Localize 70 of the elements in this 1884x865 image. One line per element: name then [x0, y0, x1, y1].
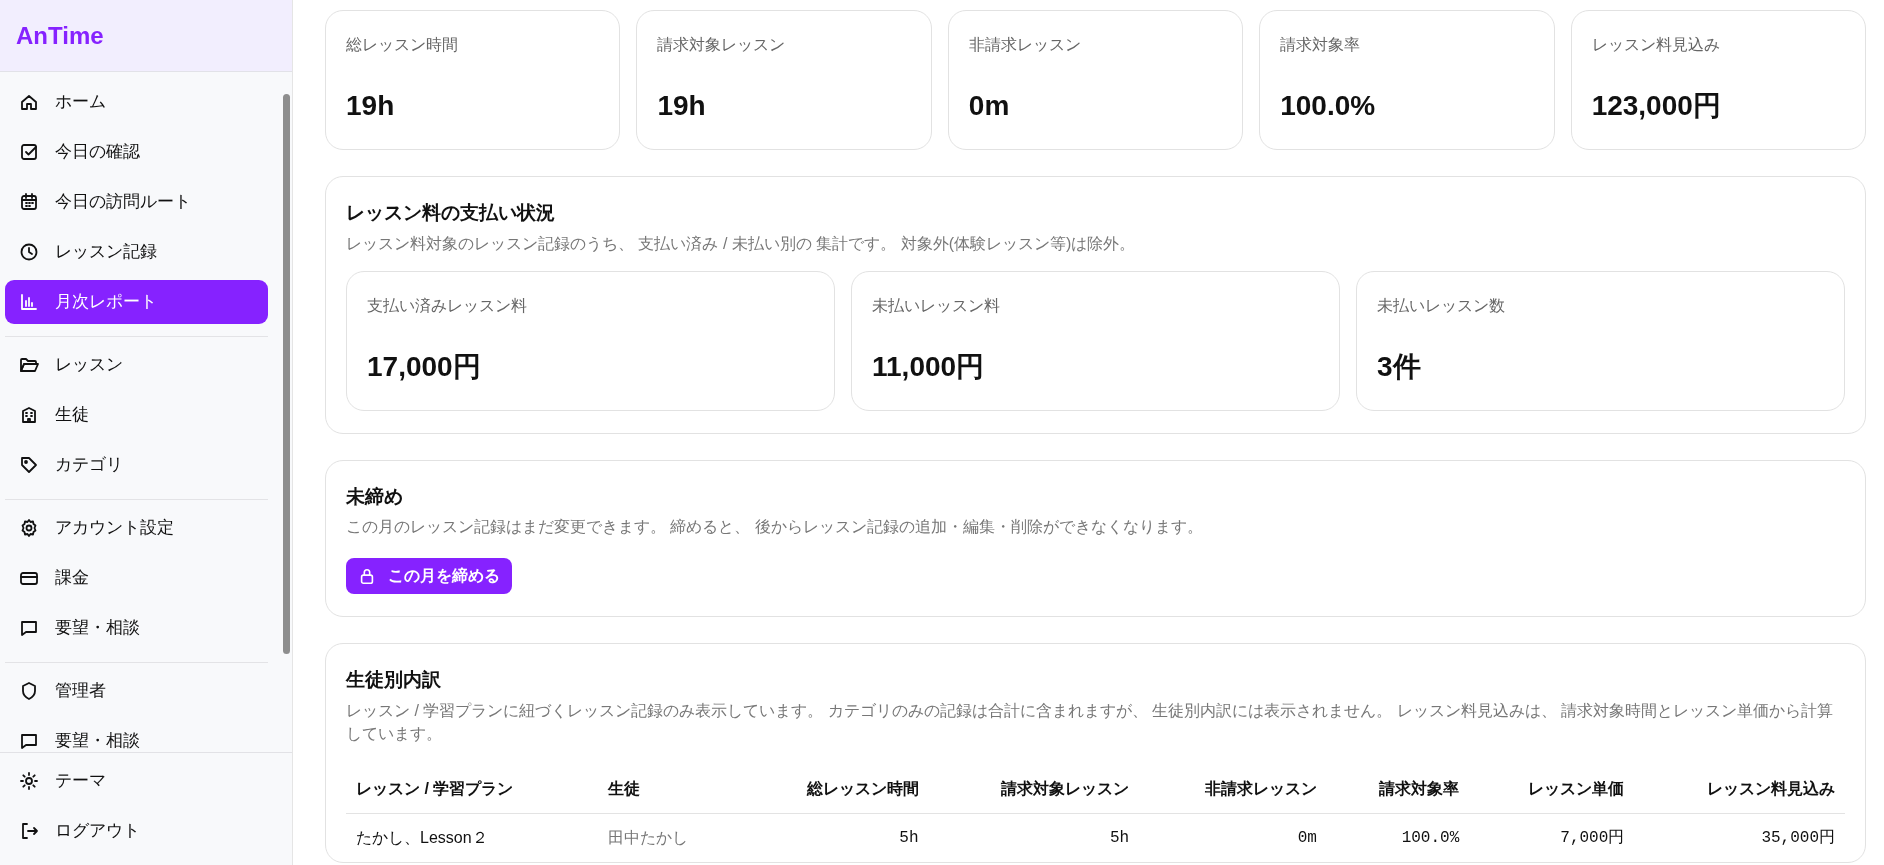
column-header: 非請求レッスン	[1139, 765, 1327, 814]
nav-item[interactable]: 要望・相談	[5, 606, 268, 650]
clock-icon	[19, 242, 39, 262]
speech-bubble-icon	[19, 731, 39, 751]
stat-value: 19h	[346, 89, 396, 123]
lock-icon	[358, 567, 376, 586]
column-header: 生徒	[598, 765, 741, 814]
stat-value: 123,000円	[1591, 89, 1722, 123]
tag-icon	[19, 455, 39, 475]
logout-icon	[19, 821, 39, 841]
table-cell: 7,000円	[1469, 813, 1635, 863]
table-cell: 5h	[740, 813, 929, 863]
stat-value: 11,000円	[872, 349, 986, 384]
stat-label: 総レッスン時間	[346, 35, 459, 55]
column-header: レッスン単価	[1469, 765, 1635, 814]
nav-item[interactable]: アカウント設定	[5, 506, 268, 550]
stat-value: 100.0%	[1280, 89, 1377, 123]
nav-item[interactable]: 生徒	[5, 393, 268, 437]
nav-item[interactable]: テーマ	[5, 759, 280, 803]
column-header: 請求対象率	[1326, 765, 1470, 814]
nav-item[interactable]: 月次レポート	[5, 280, 268, 324]
stat-label: 未払いレッスン料	[872, 295, 1001, 316]
nav-item[interactable]: レッスン記録	[5, 230, 268, 274]
nav-item[interactable]: 管理者	[5, 669, 268, 713]
section-description: レッスン / 学習プランに紐づくレッスン記録のみ表示しています。 カテゴリのみの記録は合計に含まれますが、 生徒別内訳には表示されません。 レッスン料見込みは、 請求対象時間とレッスン単価から計算しています。	[346, 700, 1835, 745]
column-header: レッスン料見込み	[1634, 765, 1845, 814]
sun-icon	[19, 771, 39, 791]
app-logo[interactable]: AnTime	[16, 17, 104, 54]
table-cell: 5h	[928, 813, 1140, 863]
stat-label: 未払いレッスン数	[1377, 295, 1506, 316]
table-cell: 田中たかし	[598, 813, 741, 863]
speech-bubble-icon	[19, 618, 39, 638]
building-icon	[19, 405, 39, 425]
stat-value: 17,000円	[367, 349, 482, 384]
section-title: レッスン料の支払い状況	[346, 201, 556, 225]
stat-label: 請求対象率	[1280, 35, 1362, 55]
column-header: 請求対象レッスン	[928, 765, 1140, 814]
table-cell: 0m	[1139, 813, 1327, 863]
checkbox-icon	[19, 142, 39, 162]
column-header: 総レッスン時間	[740, 765, 929, 814]
shield-icon	[19, 681, 39, 701]
nav-item[interactable]: 課金	[5, 556, 268, 600]
stat-value: 3件	[1377, 349, 1422, 384]
nav-item[interactable]: 今日の確認	[5, 130, 268, 174]
stat-label: 請求対象レッスン	[657, 35, 787, 55]
bar-chart-icon	[19, 292, 39, 312]
table-cell: 100.0%	[1326, 813, 1470, 863]
section-title: 生徒別内訳	[346, 668, 442, 693]
section-description: レッスン料対象のレッスン記録のうち、 支払い済み / 未払い別の 集計です。 対象外(体験レッスン等)は除外。	[346, 233, 1137, 254]
table-cell: 35,000円	[1634, 813, 1845, 863]
section-title: 未締め	[346, 484, 404, 509]
calendar-icon	[19, 192, 39, 212]
table-cell: たかし、Lesson２	[346, 813, 599, 863]
stat-value: 0m	[968, 89, 1011, 123]
nav-item[interactable]: ログアウト	[5, 809, 280, 853]
column-header: レッスン / 学習プラン	[346, 765, 599, 814]
settings-icon	[19, 518, 39, 538]
nav-item[interactable]: 今日の訪問ルート	[5, 180, 268, 224]
folder-icon	[19, 355, 39, 375]
stat-value: 19h	[657, 89, 707, 123]
nav-item[interactable]: レッスン	[5, 343, 268, 387]
close-month-button[interactable]: この月を締める	[346, 558, 512, 595]
nav-item[interactable]: カテゴリ	[5, 443, 268, 487]
stat-label: レッスン料見込み	[1591, 35, 1721, 55]
home-icon	[19, 92, 39, 112]
section-description: この月のレッスン記録はまだ変更できます。 締めると、 後からレッスン記録の追加・編集・削除ができなくなります。	[346, 517, 1204, 538]
nav-item[interactable]: 要望・相談	[5, 719, 268, 752]
stat-label: 支払い済みレッスン料	[367, 295, 528, 316]
stat-label: 非請求レッスン	[968, 35, 1082, 55]
nav-item[interactable]: ホーム	[5, 80, 268, 124]
